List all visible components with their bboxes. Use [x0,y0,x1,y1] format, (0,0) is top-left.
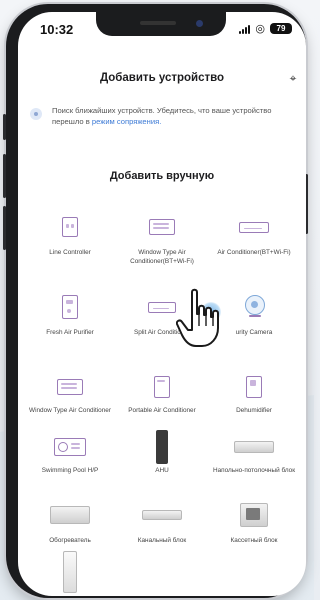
scan-info: Поиск ближайших устройств. Убедитесь, чт… [30,106,300,127]
device-cassette-unit[interactable]: Кассетный блок [208,495,300,555]
pool-heat-pump-icon [50,427,90,467]
device-heater[interactable]: Обогреватель [24,495,116,555]
window-ac-icon [50,367,90,407]
wifi-icon: ◎ [255,22,265,35]
portable-ac-icon [142,367,182,407]
device-column-unit[interactable] [24,551,116,596]
device-duct-unit[interactable]: Канальный блок [116,495,208,555]
device-label: AHU [155,467,169,474]
phone-screen: 10:32 ◎ 79 Добавить устройство ⌖ Поиск б… [18,12,306,596]
floor-ceiling-unit-icon [234,427,274,467]
notch [96,12,226,36]
device-label: Line Controller [49,249,91,256]
scan-info-message: Поиск ближайших устройств. Убедитесь, чт… [52,106,272,126]
pairing-mode-link[interactable]: режим сопряжения. [92,117,161,126]
scan-icon[interactable]: ⌖ [286,71,300,85]
dehumidifier-icon [234,367,274,407]
cassette-unit-icon [234,495,274,535]
device-air-conditioner-bt-wifi[interactable]: Air Conditioner(BT+Wi-Fi) [208,207,300,277]
window-ac-icon [142,207,182,247]
status-time: 10:32 [40,22,74,37]
device-label: Window Type Air Conditioner(BT+Wi-Fi) [130,249,194,265]
device-label: Кассетный блок [230,537,278,544]
device-label: Portable Air Conditioner [128,407,196,414]
device-swimming-pool-hp[interactable]: Swimming Pool H/P [24,427,116,497]
device-label: Канальный блок [137,537,187,544]
bluetooth-scan-icon [30,108,42,120]
battery-indicator: 79 [270,23,292,34]
device-fresh-air-purifier[interactable]: Fresh Air Purifier [24,287,116,357]
device-line-controller[interactable]: Line Controller [24,207,116,277]
front-camera [196,20,203,27]
device-ahu[interactable]: AHU [116,427,208,497]
line-controller-icon [50,207,90,247]
duct-unit-icon [142,495,182,535]
page-header: Добавить устройство ⌖ [18,68,306,92]
scan-info-text: Поиск ближайших устройств. Убедитесь, чт… [52,106,300,127]
device-label: Напольно-потолочный блок [213,467,295,474]
phone-frame: 10:32 ◎ 79 Добавить устройство ⌖ Поиск б… [3,4,308,598]
page-title: Добавить устройство [99,72,225,84]
volume-down-button [3,206,6,250]
device-label: Dehumidifier [236,407,272,414]
ahu-icon [142,427,182,467]
device-label: Air Conditioner(BT+Wi-Fi) [217,249,291,256]
section-title: Добавить вручную [109,170,215,182]
speaker [140,21,176,25]
air-purifier-icon [50,287,90,327]
split-ac-icon [234,207,274,247]
volume-up-button [3,154,6,198]
device-floor-ceiling-unit[interactable]: Напольно-потолочный блок [208,427,300,497]
device-label: Fresh Air Purifier [46,329,94,336]
device-window-ac-bt-wifi[interactable]: Window Type Air Conditioner(BT+Wi-Fi) [116,207,208,277]
pointing-hand-icon [176,288,219,347]
device-label: Window Type Air Conditioner [29,407,111,414]
camera-icon [234,287,274,327]
column-unit-icon [50,551,90,593]
mute-switch [3,114,6,140]
cellular-signal-icon [239,24,251,34]
heater-icon [50,495,90,535]
device-label: Swimming Pool H/P [41,467,99,474]
device-label: Обогреватель [49,537,91,544]
